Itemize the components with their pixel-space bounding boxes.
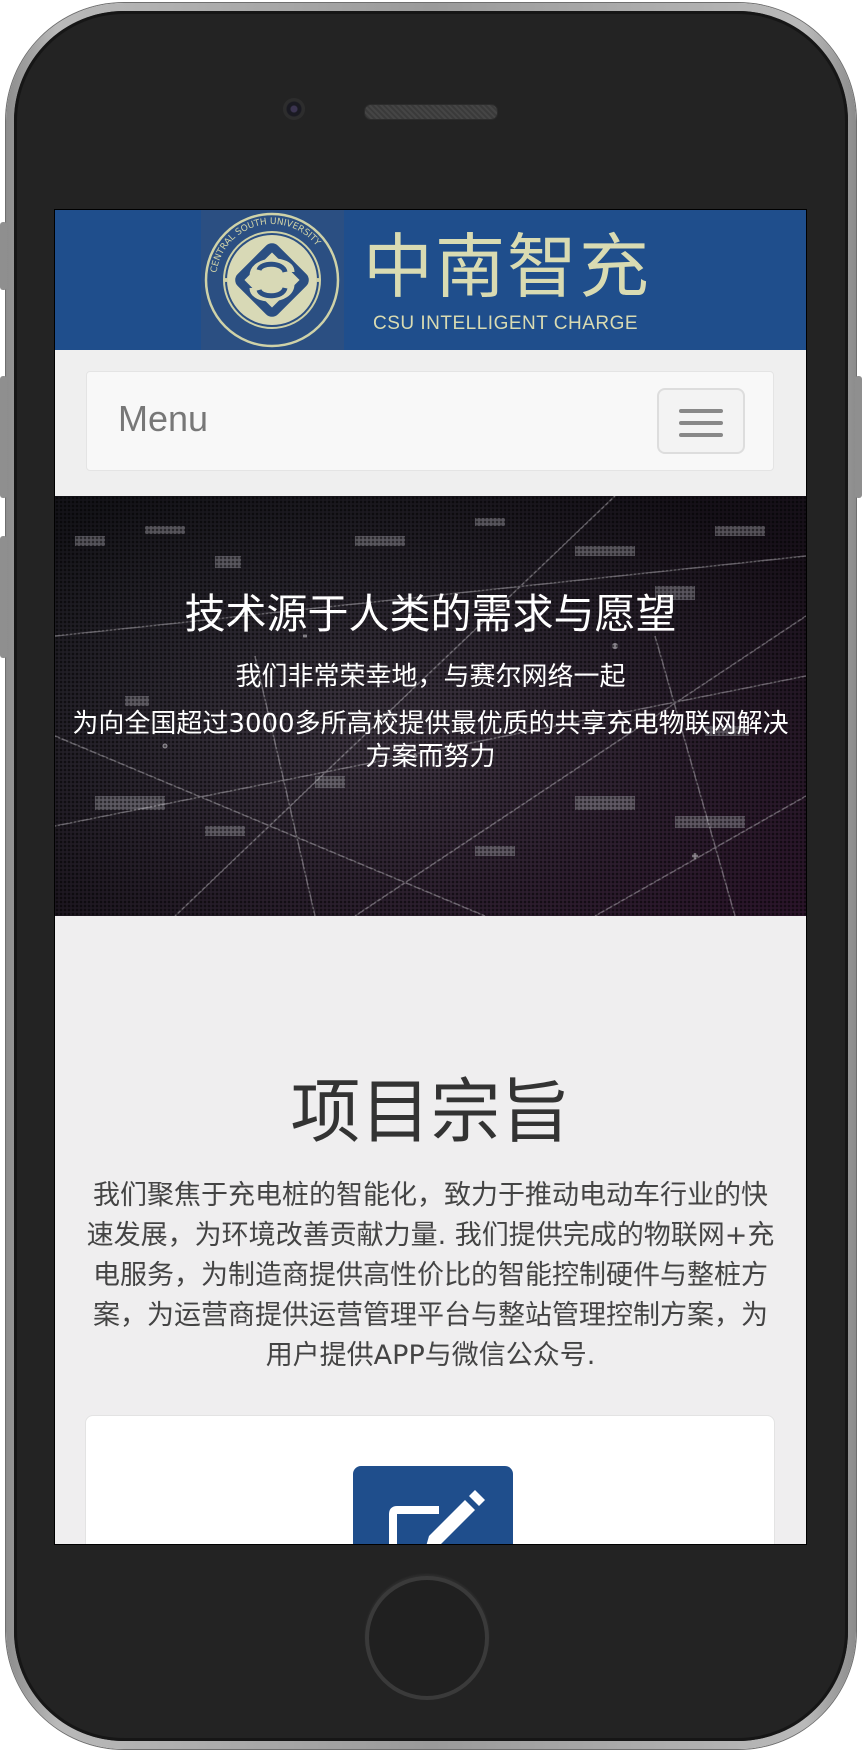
mute-switch — [0, 222, 7, 290]
hero-line-2: 为向全国超过3000多所高校提供最优质的共享充电物联网解决方案而努力 — [72, 709, 789, 772]
site-header: CENTRAL SOUTH UNIVERSITY 中南智充 CSU INTELL… — [55, 210, 806, 350]
university-logo: CENTRAL SOUTH UNIVERSITY — [201, 210, 344, 350]
hero-line-1: 我们非常荣幸地，与赛尔网络一起 — [235, 662, 626, 692]
hamburger-icon — [679, 409, 723, 413]
mission-text: 我们聚焦于充电桩的智能化，致力于推动电动车行业的快速发展，为环境改善贡献力量. … — [86, 1180, 775, 1371]
hamburger-icon-bar — [679, 433, 723, 437]
hero-dot-overlay — [55, 496, 806, 916]
front-camera — [283, 98, 305, 120]
menu-toggle-button[interactable] — [657, 388, 745, 454]
earpiece-speaker — [364, 104, 498, 120]
hero-banner: 技术源于人类的需求与愿望 我们非常荣幸地，与赛尔网络一起 为向全国超过3000多… — [55, 496, 806, 916]
edit-icon — [353, 1466, 513, 1544]
brand-subtitle: CSU INTELLIGENT CHARGE — [373, 313, 639, 334]
menu-label[interactable]: Menu — [118, 398, 208, 440]
mission-title: 项目宗旨 — [290, 1071, 571, 1153]
edit-icon-glyph — [389, 1490, 485, 1544]
university-seal-icon: CENTRAL SOUTH UNIVERSITY — [204, 212, 340, 348]
feature-card — [85, 1415, 775, 1544]
home-button[interactable] — [365, 1576, 489, 1700]
hero-headline: 技术源于人类的需求与愿望 — [184, 590, 677, 638]
volume-down-button — [0, 536, 7, 658]
navbar: Menu — [86, 371, 774, 471]
screen: CENTRAL SOUTH UNIVERSITY 中南智充 CSU INTELL… — [55, 210, 806, 1544]
brand-title: 中南智充 — [363, 226, 651, 308]
power-button — [855, 376, 862, 498]
nav-wrapper: Menu — [55, 350, 806, 496]
volume-up-button — [0, 376, 7, 498]
hamburger-icon-bar — [679, 421, 723, 425]
mission-section: 项目宗旨 我们聚焦于充电桩的智能化，致力于推动电动车行业的快速发展，为环境改善贡… — [55, 916, 806, 1544]
